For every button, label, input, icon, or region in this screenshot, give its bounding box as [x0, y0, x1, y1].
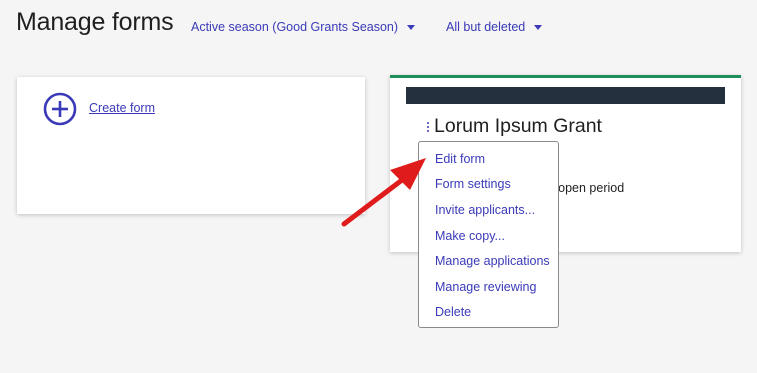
create-form-card: Create form	[17, 77, 365, 214]
page-title: Manage forms	[16, 8, 174, 36]
menu-item-edit-form[interactable]: Edit form	[435, 152, 485, 166]
create-form-link[interactable]: Create form	[89, 101, 155, 115]
menu-item-invite-applicants[interactable]: Invite applicants...	[435, 203, 535, 217]
form-title: Lorum Ipsum Grant	[434, 115, 602, 137]
chevron-down-icon	[534, 25, 543, 30]
plus-circle-icon[interactable]	[43, 92, 77, 126]
menu-item-manage-reviewing[interactable]: Manage reviewing	[435, 280, 536, 294]
season-filter-dropdown[interactable]: Active season (Good Grants Season)	[191, 20, 416, 34]
menu-item-delete[interactable]: Delete	[435, 305, 471, 319]
menu-item-make-copy[interactable]: Make copy...	[435, 229, 505, 243]
status-filter-label: All but deleted	[446, 20, 526, 34]
form-actions-menu: Edit form Form settings Invite applicant…	[418, 141, 559, 328]
season-filter-label: Active season (Good Grants Season)	[191, 20, 399, 34]
menu-item-form-settings[interactable]: Form settings	[435, 177, 511, 191]
status-filter-dropdown[interactable]: All but deleted	[446, 20, 543, 34]
annotation-arrow-icon	[341, 158, 426, 227]
vertical-ellipsis-icon[interactable]	[425, 122, 431, 136]
form-card-banner	[406, 87, 725, 104]
menu-item-manage-applications[interactable]: Manage applications	[435, 254, 550, 268]
chevron-down-icon	[407, 25, 416, 30]
